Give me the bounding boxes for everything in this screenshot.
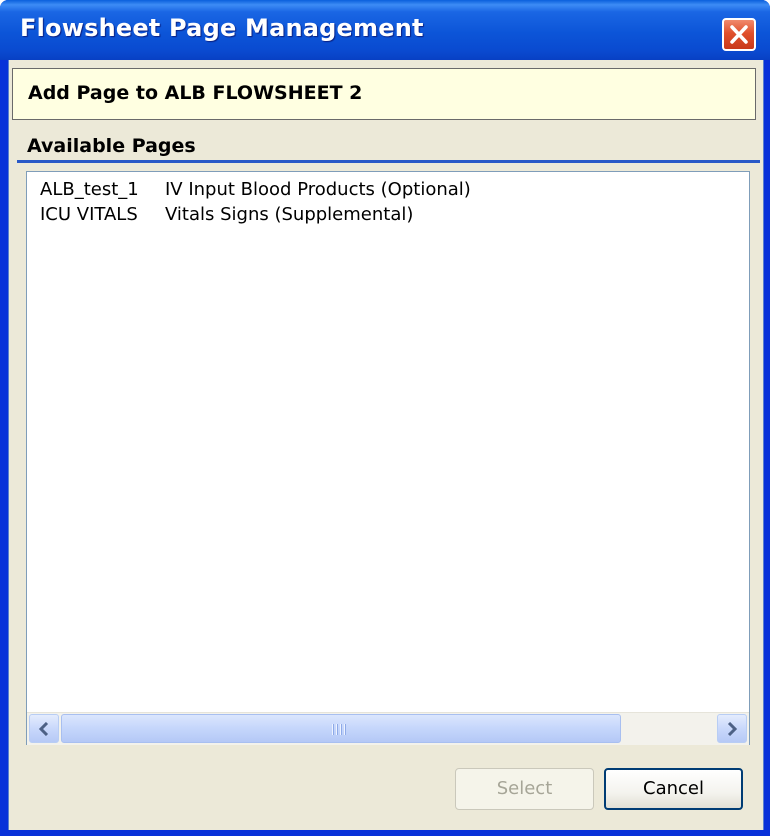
close-button[interactable]	[722, 18, 756, 51]
page-code: ALB_test_1	[40, 179, 139, 200]
dialog-window: Flowsheet Page Management Add Page to AL…	[0, 0, 770, 836]
section-divider	[17, 160, 760, 163]
dialog-banner: Add Page to ALB FLOWSHEET 2	[12, 68, 756, 120]
horizontal-scrollbar[interactable]	[27, 712, 749, 745]
title-bar[interactable]: Flowsheet Page Management	[0, 0, 770, 60]
page-description: Vitals Signs (Supplemental)	[165, 204, 414, 225]
available-pages-list[interactable]: ALB_test_1 IV Input Blood Products (Opti…	[26, 171, 750, 745]
dialog-body: Add Page to ALB FLOWSHEET 2 Available Pa…	[8, 60, 764, 830]
select-button[interactable]: Select	[455, 768, 594, 810]
window-title: Flowsheet Page Management	[20, 14, 424, 42]
scrollbar-thumb[interactable]	[61, 714, 621, 743]
scroll-left-button[interactable]	[29, 714, 59, 743]
banner-text: Add Page to ALB FLOWSHEET 2	[28, 82, 363, 104]
chevron-left-icon	[38, 722, 49, 736]
chevron-right-icon	[727, 722, 738, 736]
cancel-button[interactable]: Cancel	[604, 768, 743, 810]
page-code: ICU VITALS	[40, 204, 138, 225]
scroll-right-button[interactable]	[717, 714, 747, 743]
scrollbar-grip	[332, 724, 352, 735]
page-description: IV Input Blood Products (Optional)	[165, 179, 471, 200]
close-icon	[730, 25, 748, 44]
available-pages-label: Available Pages	[27, 135, 196, 157]
